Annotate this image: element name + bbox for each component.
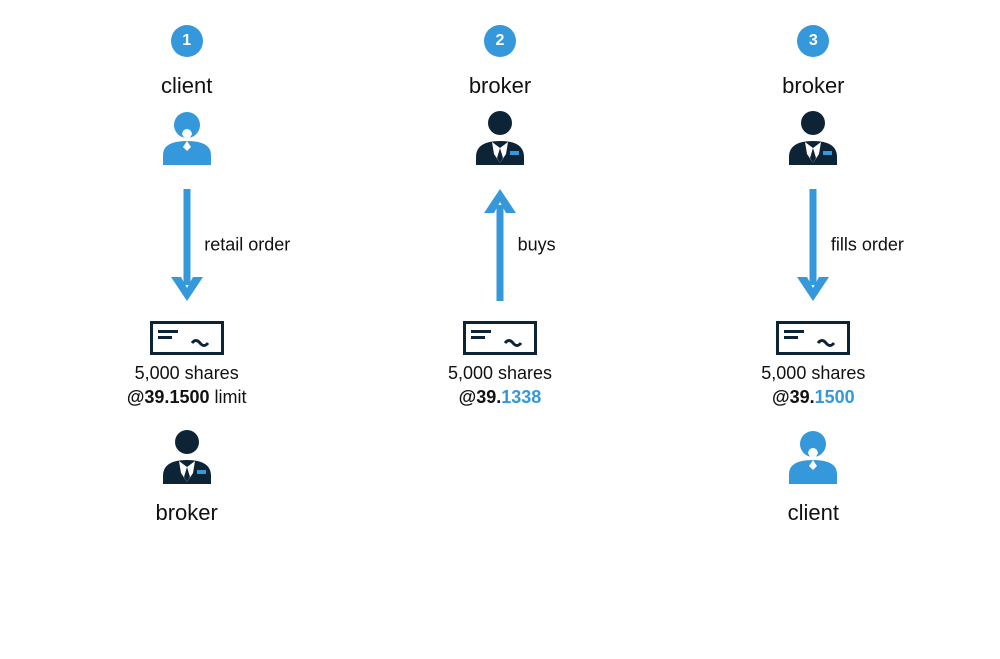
at-symbol: @ — [127, 387, 145, 407]
step-column-1: 1 client retail order 5,000 shares @39.1… — [40, 25, 333, 526]
broker-icon — [470, 109, 530, 167]
step-badge: 1 — [171, 25, 203, 57]
bottom-role-label: client — [788, 500, 839, 526]
price-whole: 39. — [790, 387, 815, 407]
arrow-up-icon — [480, 185, 520, 305]
price-frac: 1500 — [815, 387, 855, 407]
client-icon — [157, 109, 217, 167]
order-details: 5,000 shares @39.1500 — [761, 361, 865, 410]
shares-qty: 5,000 shares — [448, 361, 552, 385]
broker-icon — [783, 109, 843, 167]
arrow-block: retail order — [40, 175, 333, 315]
client-icon — [783, 428, 843, 486]
arrow-block: buys — [353, 175, 646, 315]
diagram-container: 1 client retail order 5,000 shares @39.1… — [40, 25, 960, 526]
step-column-2: 2 broker buys 5,000 shares @39.1338 — [353, 25, 646, 526]
bottom-role-label: broker — [155, 500, 217, 526]
ticket-icon — [150, 321, 224, 355]
arrow-label: retail order — [204, 235, 290, 256]
step-badge: 2 — [484, 25, 516, 57]
arrow-label: buys — [518, 235, 556, 256]
top-role-label: broker — [782, 73, 844, 99]
arrow-down-icon — [167, 185, 207, 305]
step-column-3: 3 broker fills order 5,000 shares @39.15… — [667, 25, 960, 526]
top-role-label: broker — [469, 73, 531, 99]
ticket-icon — [776, 321, 850, 355]
ticket-icon — [463, 321, 537, 355]
arrow-down-icon — [793, 185, 833, 305]
at-symbol: @ — [772, 387, 790, 407]
arrow-block: fills order — [667, 175, 960, 315]
order-details: 5,000 shares @39.1500 limit — [127, 361, 247, 410]
price-whole: 39. — [476, 387, 501, 407]
at-symbol: @ — [459, 387, 477, 407]
price-whole: 39. — [144, 387, 169, 407]
price-frac: 1500 — [169, 387, 209, 407]
step-badge: 3 — [797, 25, 829, 57]
top-role-label: client — [161, 73, 212, 99]
shares-qty: 5,000 shares — [761, 361, 865, 385]
price-suffix: limit — [209, 387, 246, 407]
shares-qty: 5,000 shares — [127, 361, 247, 385]
broker-icon — [157, 428, 217, 486]
price-frac: 1338 — [501, 387, 541, 407]
order-details: 5,000 shares @39.1338 — [448, 361, 552, 410]
arrow-label: fills order — [831, 235, 904, 256]
